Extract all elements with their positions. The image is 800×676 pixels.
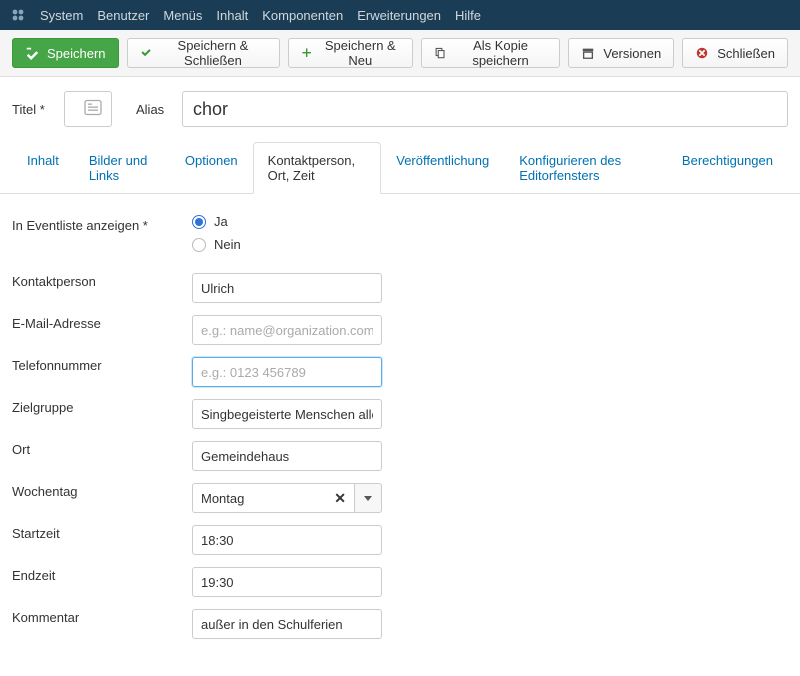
save-button[interactable]: Speichern [12, 38, 119, 68]
toolbar: Speichern Speichern & Schließen Speicher… [0, 30, 800, 77]
weekday-value: Montag [201, 491, 244, 506]
save-close-button[interactable]: Speichern & Schließen [127, 38, 280, 68]
alias-input[interactable] [182, 91, 788, 127]
start-input[interactable] [192, 525, 382, 555]
end-input[interactable] [192, 567, 382, 597]
email-input[interactable] [192, 315, 382, 345]
comment-input[interactable] [192, 609, 382, 639]
clear-icon[interactable]: ✕ [334, 490, 346, 507]
nav-benutzer[interactable]: Benutzer [97, 8, 149, 23]
tabs: Inhalt Bilder und Links Optionen Kontakt… [0, 141, 800, 194]
joomla-icon[interactable] [10, 7, 26, 23]
plus-icon [301, 46, 312, 60]
email-label: E-Mail-Adresse [12, 310, 192, 331]
end-label: Endzeit [12, 562, 192, 583]
show-in-eventlist-radio-group: Ja Nein [192, 212, 788, 252]
check-icon [140, 46, 151, 60]
tab-bilder-links[interactable]: Bilder und Links [74, 142, 170, 194]
phone-label: Telefonnummer [12, 352, 192, 373]
save-new-button[interactable]: Speichern & Neu [288, 38, 413, 68]
show-in-eventlist-label: In Eventliste anzeigen * [12, 212, 192, 233]
top-navigation: System Benutzer Menüs Inhalt Komponenten… [0, 0, 800, 30]
archive-icon [581, 46, 595, 60]
chevron-down-icon[interactable] [354, 483, 382, 513]
nav-system[interactable]: System [40, 8, 83, 23]
tab-inhalt[interactable]: Inhalt [12, 142, 74, 194]
copy-icon [434, 46, 445, 60]
radio-yes[interactable]: Ja [192, 214, 788, 229]
tab-optionen[interactable]: Optionen [170, 142, 253, 194]
alias-label: Alias [136, 102, 170, 117]
nav-inhalt[interactable]: Inhalt [216, 8, 248, 23]
translate-icon[interactable] [84, 99, 102, 120]
save-copy-button[interactable]: Als Kopie speichern [421, 38, 560, 68]
weekday-label: Wochentag [12, 478, 192, 499]
nav-komponenten[interactable]: Komponenten [262, 8, 343, 23]
tab-editor-config[interactable]: Konfigurieren des Editorfensters [504, 142, 667, 194]
contact-label: Kontaktperson [12, 268, 192, 289]
form-area: In Eventliste anzeigen * Ja Nein Kontakt… [0, 194, 800, 676]
tab-berechtigungen[interactable]: Berechtigungen [667, 142, 788, 194]
radio-no[interactable]: Nein [192, 237, 788, 252]
nav-menus[interactable]: Menüs [163, 8, 202, 23]
radio-dot-icon [192, 238, 206, 252]
tab-veroeffentlichung[interactable]: Veröffentlichung [381, 142, 504, 194]
location-input[interactable] [192, 441, 382, 471]
title-label: Titel * [12, 102, 52, 117]
weekday-select[interactable]: Montag ✕ [192, 483, 382, 513]
audience-label: Zielgruppe [12, 394, 192, 415]
comment-label: Kommentar [12, 604, 192, 625]
close-button[interactable]: Schließen [682, 38, 788, 68]
title-bar: Titel * Alias [0, 77, 800, 141]
start-label: Startzeit [12, 520, 192, 541]
location-label: Ort [12, 436, 192, 457]
nav-erweiterungen[interactable]: Erweiterungen [357, 8, 441, 23]
audience-input[interactable] [192, 399, 382, 429]
cancel-icon [695, 46, 709, 60]
nav-hilfe[interactable]: Hilfe [455, 8, 481, 23]
versions-button[interactable]: Versionen [568, 38, 674, 68]
phone-input[interactable] [192, 357, 382, 387]
contact-input[interactable] [192, 273, 382, 303]
radio-dot-icon [192, 215, 206, 229]
apply-icon [25, 46, 39, 60]
tab-kontakt-ort-zeit[interactable]: Kontaktperson, Ort, Zeit [253, 142, 382, 194]
